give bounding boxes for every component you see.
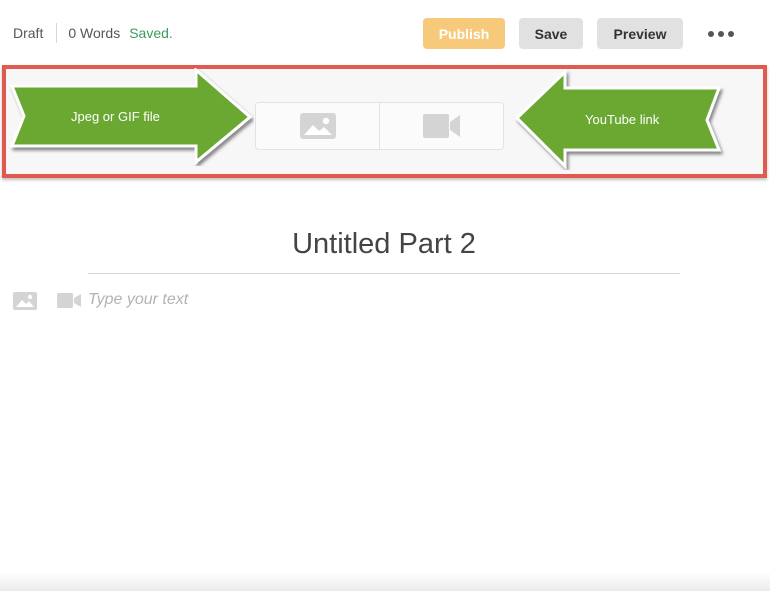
- callout-label-video: YouTube link: [585, 112, 660, 127]
- body-text-input[interactable]: Type your text: [88, 291, 188, 309]
- image-icon[interactable]: [13, 292, 37, 310]
- save-button[interactable]: Save: [519, 18, 583, 49]
- more-dot: [718, 31, 724, 37]
- word-count: 0 Words: [68, 25, 121, 41]
- top-bar: Draft 0 Words Saved. Publish Save Previe…: [0, 0, 770, 62]
- draft-status-label: Draft: [13, 25, 44, 41]
- part-title[interactable]: Untitled Part 2: [88, 228, 680, 274]
- preview-button[interactable]: Preview: [597, 18, 683, 49]
- bottom-edge-shadow: [0, 572, 770, 591]
- more-dot: [728, 31, 734, 37]
- media-insert-group: [255, 102, 504, 150]
- insert-video-button[interactable]: [379, 103, 503, 149]
- document-status: Draft 0 Words Saved.: [13, 23, 173, 43]
- publish-button[interactable]: Publish: [423, 18, 505, 49]
- video-camera-icon[interactable]: [57, 293, 81, 308]
- insert-image-button[interactable]: [256, 103, 379, 149]
- status-divider: [56, 23, 58, 43]
- more-dot: [708, 31, 714, 37]
- video-camera-icon: [422, 114, 460, 138]
- callout-label-image: Jpeg or GIF file: [71, 109, 160, 124]
- save-state: Saved.: [129, 25, 173, 41]
- more-options-icon[interactable]: [708, 29, 738, 39]
- image-icon: [299, 113, 336, 139]
